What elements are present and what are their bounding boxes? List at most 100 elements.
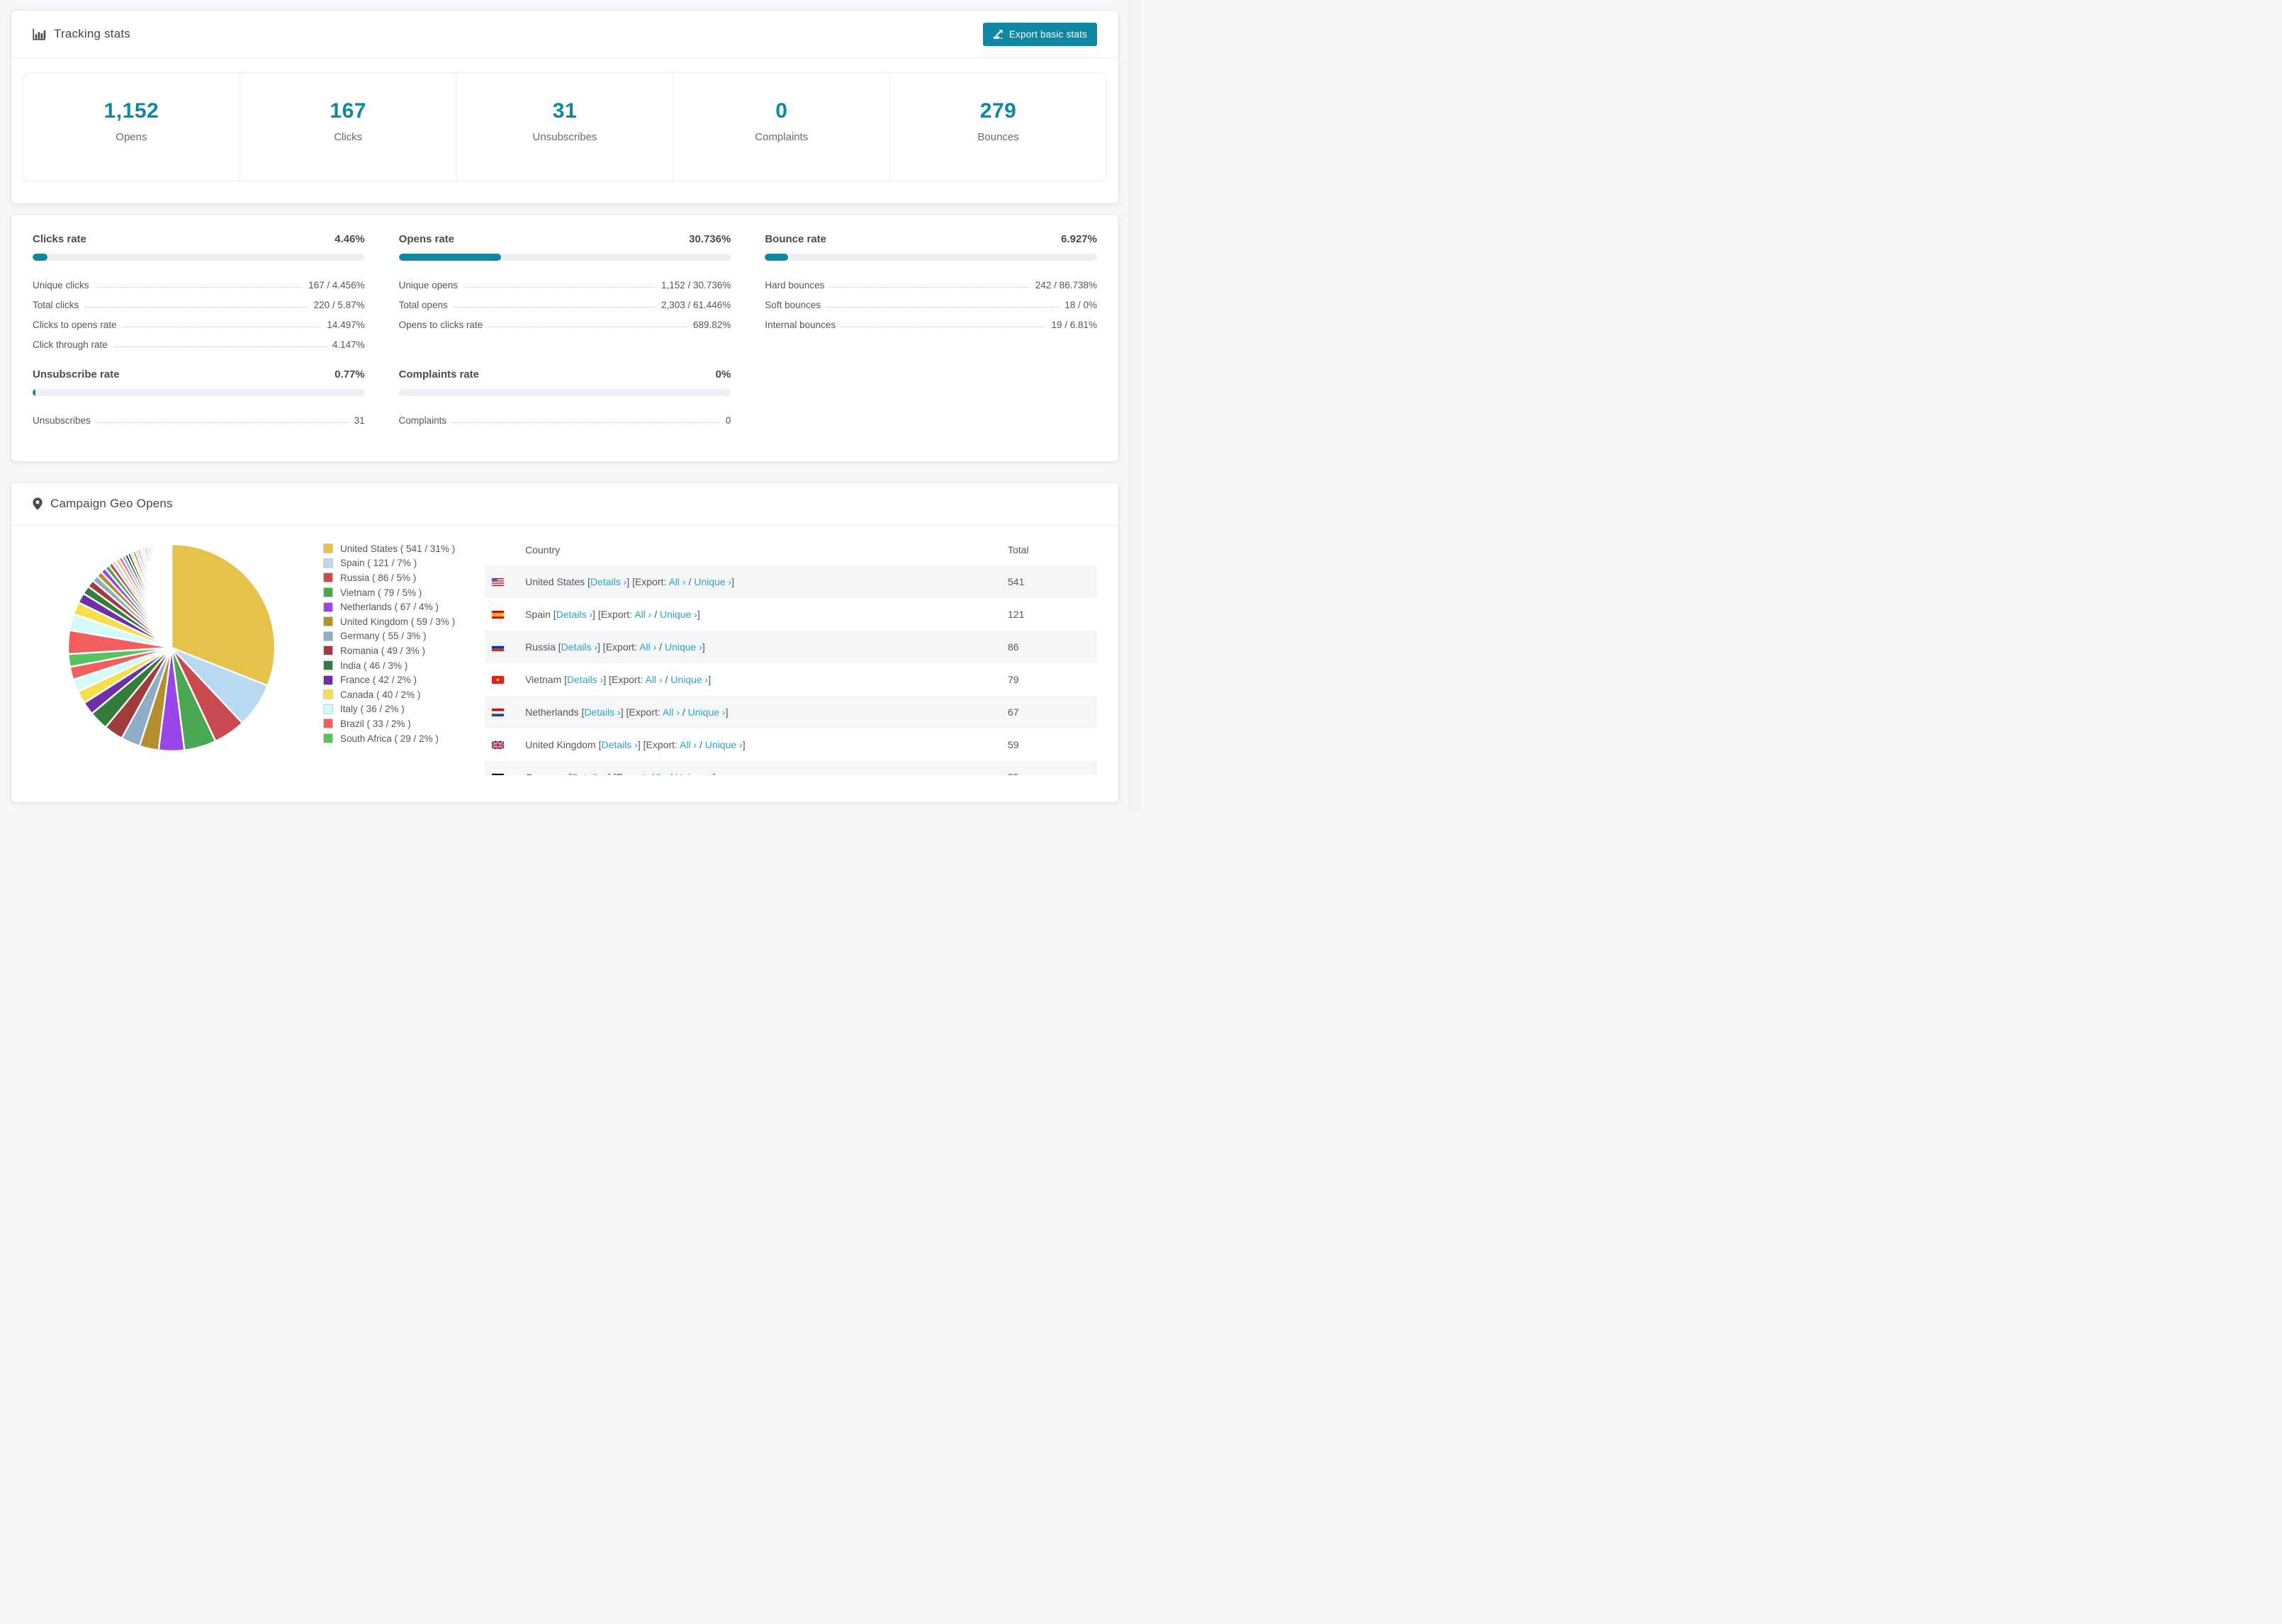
campaign-geo-opens-panel: Campaign Geo Opens United States ( 541 /… — [11, 482, 1119, 803]
card-value: 31 — [552, 99, 578, 123]
export-all-link[interactable]: All › — [645, 674, 662, 685]
legend-label: South Africa ( 29 / 2% ) — [340, 733, 439, 744]
export-all-link[interactable]: All › — [663, 706, 680, 718]
legend-item: Spain ( 121 / 7% ) — [323, 556, 455, 571]
stat-row: Hard bounces 242 / 86.738% — [765, 271, 1097, 291]
rate-rows: Hard bounces 242 / 86.738% Soft bounces … — [765, 271, 1097, 330]
table-row-de: Germany [Details ›] [Export: All › / Uni… — [485, 761, 1097, 775]
export-all-link[interactable]: All › — [680, 739, 697, 750]
stat-label: Opens to clicks rate — [398, 320, 483, 330]
legend-label: Netherlands ( 67 / 4% ) — [340, 602, 439, 613]
legend-item: Romania ( 49 / 3% ) — [323, 643, 455, 658]
export-unique-link[interactable]: Unique › — [660, 609, 697, 620]
rate-section: Opens rate 30.736% Unique opens 1,152 / … — [398, 233, 731, 350]
rates-panel: Clicks rate 4.46% Unique clicks 167 / 4.… — [11, 214, 1119, 462]
export-all-link[interactable]: All › — [668, 576, 685, 587]
stat-label: Unique clicks — [33, 280, 89, 291]
legend-item: United States ( 541 / 31% ) — [323, 541, 455, 556]
stat-value: 4.147% — [332, 339, 365, 350]
legend-label: United Kingdom ( 59 / 3% ) — [340, 616, 456, 627]
stat-value: 0 — [725, 415, 731, 426]
vn-flag-icon — [485, 675, 525, 684]
export-unique-link[interactable]: Unique › — [665, 641, 702, 653]
progress-bar — [398, 389, 731, 396]
total-cell: 121 — [1008, 609, 1025, 620]
stat-row: Opens to clicks rate 689.82% — [399, 310, 731, 330]
card-value: 167 — [330, 99, 366, 123]
progress-bar — [398, 254, 731, 261]
rate-header: Clicks rate 4.46% — [33, 233, 365, 245]
stat-label: Clicks to opens rate — [33, 320, 117, 330]
browser-scrollbar[interactable] — [1129, 0, 1141, 812]
export-all-link[interactable]: All › — [650, 772, 667, 775]
legend-label: Spain ( 121 / 7% ) — [340, 558, 417, 569]
summary-card: 0 Complaints — [673, 73, 889, 181]
table-row-gb: United Kingdom [Details ›] [Export: All … — [485, 728, 1097, 761]
export-unique-link[interactable]: Unique › — [675, 772, 713, 775]
table-row-nl: Netherlands [Details ›] [Export: All › /… — [485, 696, 1097, 728]
geo-title: Campaign Geo Opens — [33, 497, 173, 511]
de-flag-icon — [485, 773, 525, 775]
stat-label: Soft bounces — [765, 300, 821, 310]
progress-bar — [33, 254, 365, 261]
details-link[interactable]: Details › — [567, 674, 603, 685]
stat-value: 31 — [354, 415, 365, 426]
dotted-leader — [84, 307, 308, 308]
export-all-link[interactable]: All › — [634, 609, 651, 620]
legend-swatch — [323, 602, 333, 612]
details-link[interactable]: Details › — [602, 739, 638, 750]
legend-swatch — [323, 660, 333, 671]
geo-pie-chart — [65, 541, 278, 754]
legend-item: Vietnam ( 79 / 5% ) — [323, 585, 455, 600]
stat-value: 18 / 0% — [1064, 300, 1097, 310]
bar-chart-icon — [33, 28, 46, 40]
country-cell: United States [Details ›] [Export: All ›… — [525, 576, 735, 587]
progress-fill — [398, 254, 501, 261]
details-link[interactable]: Details › — [561, 641, 597, 653]
legend-swatch — [323, 733, 333, 744]
legend-item: United Kingdom ( 59 / 3% ) — [323, 614, 455, 629]
rate-title: Complaints rate — [398, 368, 480, 380]
export-unique-link[interactable]: Unique › — [705, 739, 743, 750]
legend-swatch — [323, 573, 333, 583]
geo-country-table: Country Total United States [Details ›] … — [485, 534, 1097, 775]
stat-row: Total opens 2,303 / 61.446% — [399, 291, 731, 310]
summary-cards: 1,152 Opens 167 Clicks 31 Unsubscribes 0 Co… — [23, 72, 1107, 181]
stat-row: Click through rate 4.147% — [33, 330, 365, 350]
stat-value: 19 / 6.81% — [1051, 320, 1097, 330]
country-cell: United Kingdom [Details ›] [Export: All … — [525, 739, 746, 750]
export-all-link[interactable]: All › — [639, 641, 656, 653]
export-unique-link[interactable]: Unique › — [688, 706, 726, 718]
total-cell: 55 — [1008, 772, 1097, 775]
dotted-leader — [452, 422, 720, 423]
rate-value: 4.46% — [335, 233, 365, 245]
country-cell: Russia [Details ›] [Export: All › / Uniq… — [525, 641, 705, 653]
legend-item: France ( 42 / 2% ) — [323, 672, 455, 687]
summary-card: 31 Unsubscribes — [456, 73, 673, 181]
legend-swatch — [323, 558, 333, 568]
export-unique-link[interactable]: Unique › — [670, 674, 708, 685]
rate-section: Bounce rate 6.927% Hard bounces 242 / 86… — [765, 233, 1097, 350]
legend-swatch — [323, 587, 333, 598]
country-name: Netherlands — [525, 706, 579, 718]
export-icon — [993, 29, 1004, 40]
export-unique-link[interactable]: Unique › — [694, 576, 731, 587]
legend-item: India ( 46 / 3% ) — [323, 658, 455, 673]
legend-label: India ( 46 / 3% ) — [340, 660, 408, 671]
details-link[interactable]: Details › — [556, 609, 592, 620]
export-basic-stats-button[interactable]: Export basic stats — [982, 22, 1097, 46]
details-link[interactable]: Details › — [590, 576, 626, 587]
details-link[interactable]: Details › — [584, 706, 620, 718]
country-name: United States — [525, 576, 585, 587]
stat-row: Unsubscribes 31 — [33, 406, 365, 426]
rate-rows: Unique opens 1,152 / 30.736% Total opens… — [399, 271, 731, 330]
stat-label: Hard bounces — [765, 280, 825, 291]
rate-header: Unsubscribe rate 0.77% — [33, 368, 365, 380]
details-link[interactable]: Details › — [571, 772, 607, 775]
summary-card: 167 Clicks — [239, 73, 456, 181]
card-value: 279 — [979, 99, 1017, 123]
stat-label: Unique opens — [398, 280, 458, 291]
legend-label: Romania ( 49 / 3% ) — [340, 645, 426, 656]
dotted-leader — [113, 346, 327, 347]
rate-rows: Complaints 0 — [399, 406, 731, 426]
